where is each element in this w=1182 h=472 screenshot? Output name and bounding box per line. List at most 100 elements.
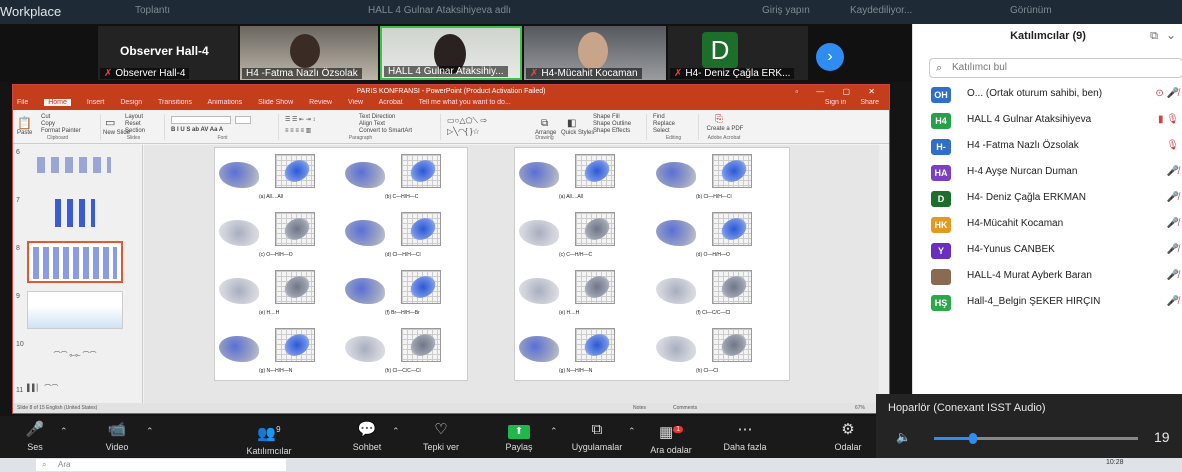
share-screen-button[interactable]: ⬆ Paylaş <box>484 420 554 456</box>
video-tile-gulnar[interactable]: HALL 4 Gulnar Ataksihiy... <box>380 26 522 80</box>
participant-row[interactable]: HŞ Hall-4_Belgin ŞEKER HIRÇIN 🎤̸ <box>931 293 1182 313</box>
new-slide-icon[interactable]: ▭ <box>105 116 115 129</box>
video-tile-mucahit[interactable]: ✗ H4-Mücahit Kocaman <box>524 26 666 80</box>
menu-design[interactable]: Design <box>120 99 142 106</box>
participant-row[interactable]: HA H-4 Ayşe Nurcan Duman 🎤̸ <box>931 163 1182 183</box>
speaker-volume-popup: Hoparlör (Conexant ISST Audio) 🔈 19 <box>876 394 1182 458</box>
breakout-rooms-button[interactable]: ▦ 1 Ara odalar <box>636 420 706 456</box>
align-text-button[interactable]: Align Text <box>359 121 385 127</box>
shape-effects-button[interactable]: Shape Effects <box>593 128 630 134</box>
participant-name: H4 -Fatma Nazlı Özsolak <box>967 140 1079 151</box>
volume-knob[interactable] <box>968 433 977 444</box>
slide-thumb-9[interactable] <box>27 291 123 329</box>
apps-caret-icon[interactable]: ⌃ <box>628 426 636 437</box>
menu-view[interactable]: View <box>348 99 363 106</box>
slide-thumb-10[interactable]: ⌒⌒ ⟜⟜ ⌒⌒ <box>27 337 123 375</box>
shape-outline-button[interactable]: Shape Outline <box>593 121 631 127</box>
participant-row[interactable]: HALL-4 Murat Ayberk Baran 🎤̸ <box>931 267 1182 287</box>
reset-button[interactable]: Reset <box>125 121 141 127</box>
find-button[interactable]: Find <box>653 114 665 120</box>
participant-status-icons: 🎤̸ <box>1166 244 1179 255</box>
zoom-level[interactable]: 67% <box>855 403 865 413</box>
font-size-select[interactable] <box>235 116 251 124</box>
control-label: Daha fazla <box>723 442 767 452</box>
cut-button[interactable]: Cut <box>41 114 50 120</box>
shape-fill-button[interactable]: Shape Fill <box>593 114 620 120</box>
video-caret-icon[interactable]: ⌃ <box>146 426 154 437</box>
slide-editing-canvas[interactable]: (a) All....All (b) C—H/H—C (c) O—H/H—O (d) … <box>144 145 880 403</box>
chat-caret-icon[interactable]: ⌃ <box>392 426 400 437</box>
participant-row[interactable]: H4 HALL 4 Gulnar Ataksihiyeva ▮ 🎙 <box>931 111 1182 131</box>
participants-button[interactable]: 👥9 Katılımcılar <box>234 420 304 456</box>
video-button[interactable]: 📹 Video <box>82 420 152 456</box>
menu-home[interactable]: Home <box>44 99 71 106</box>
shapes-gallery-icon[interactable]: ▭○△⬠⟍ ⇨ <box>447 116 487 126</box>
more-button[interactable]: ⋯ Daha fazla <box>710 420 780 456</box>
participant-status-icons: ▮ 🎙 <box>1158 114 1179 125</box>
bold-icon[interactable]: B I U S ab AV Aa A <box>171 127 223 133</box>
participant-search-input[interactable]: ⌕ Katılımcı bul <box>929 58 1182 78</box>
chevron-down-icon[interactable]: ⌄ <box>1166 28 1176 42</box>
rooms-button[interactable]: ⚙ Odalar <box>818 420 878 456</box>
reactions-button[interactable]: ♡ Tepki ver <box>406 420 476 456</box>
section-button[interactable]: Section <box>125 128 145 134</box>
participant-row[interactable]: H- H4 -Fatma Nazlı Özsolak 🎙 <box>931 137 1182 157</box>
speaker-icon[interactable]: 🔈 <box>896 430 911 444</box>
convert-smartart-button[interactable]: Convert to SmartArt <box>359 128 412 134</box>
notes-button[interactable]: Notes <box>633 403 646 413</box>
format-painter-button[interactable]: Format Painter <box>41 128 81 134</box>
apps-button[interactable]: ⧉ Uygulamalar <box>562 420 632 456</box>
hall-tab[interactable]: HALL 4 Gulnar Ataksihiyeva adlı <box>368 5 511 16</box>
text-direction-button[interactable]: Text Direction <box>359 114 395 120</box>
meeting-tab[interactable]: Toplantı <box>135 5 170 16</box>
comments-button[interactable]: Comments <box>673 403 697 413</box>
replace-button[interactable]: Replace <box>653 121 675 127</box>
participant-row[interactable]: D H4- Deniz Çağla ERKMAN 🎤̸ <box>931 189 1182 209</box>
view-button[interactable]: Görünüm <box>1010 5 1052 16</box>
video-tile-fatma[interactable]: H4 -Fatma Nazlı Özsolak <box>240 26 378 80</box>
quick-styles-icon[interactable]: ◧ <box>567 118 576 129</box>
menu-insert[interactable]: Insert <box>87 99 105 106</box>
audio-caret-icon[interactable]: ⌃ <box>60 426 68 437</box>
sign-in-link[interactable]: Sign in <box>825 99 846 106</box>
share-caret-icon[interactable]: ⌃ <box>550 426 558 437</box>
video-tile-observer[interactable]: Observer Hall-4 ✗ Observer Hall-4 <box>98 26 238 80</box>
participant-row[interactable]: OH O... (Ortak oturum sahibi, ben) ⊙ 🎤̸ <box>931 85 1182 105</box>
next-page-chevron-icon[interactable]: › <box>816 43 844 71</box>
video-strip: Observer Hall-4 ✗ Observer Hall-4 H4 -Fat… <box>0 24 912 82</box>
menu-transitions[interactable]: Transitions <box>158 99 192 106</box>
menu-review[interactable]: Review <box>309 99 332 106</box>
participant-row[interactable]: HK H4-Mücahit Kocaman 🎤̸ <box>931 215 1182 235</box>
video-tile-deniz[interactable]: D ✗ H4- Deniz Çağla ERK... <box>668 26 808 80</box>
control-label: Video <box>105 442 129 452</box>
tell-me-box[interactable]: Tell me what you want to do... <box>419 99 511 106</box>
paste-icon[interactable]: 📋 <box>17 116 32 130</box>
slide-thumb-7[interactable] <box>27 193 123 231</box>
align-icons[interactable]: ≡ ≡ ≡ ≡ ▥ <box>285 127 311 134</box>
menu-acrobat[interactable]: Acrobat <box>379 99 403 106</box>
menu-file[interactable]: File <box>17 99 28 106</box>
arrange-icon[interactable]: ⧉ <box>541 118 548 129</box>
copy-button[interactable]: Copy <box>41 121 55 127</box>
slide-thumb-6[interactable] <box>27 147 123 185</box>
group-label: Font <box>217 135 228 141</box>
popout-icon[interactable]: ⧉ <box>1150 30 1158 43</box>
menu-animations[interactable]: Animations <box>208 99 243 106</box>
participant-row[interactable]: Y H4-Yunus CANBEK 🎤̸ <box>931 241 1182 261</box>
font-name-select[interactable] <box>171 116 231 124</box>
figure-panel-right: (a) All....All (b) Cl—H/H—Cl (c) C—H/H—C (d… <box>514 147 790 381</box>
vertical-scrollbar[interactable] <box>879 145 889 403</box>
pdf-icon[interactable]: ⎘ <box>715 114 723 125</box>
meeting-control-bar: 🎤 Ses ⌃ 📹 Video ⌃ 👥9 Katılımcılar 💬 Sohbet ⌃… <box>0 416 876 458</box>
select-button[interactable]: Select <box>653 128 670 134</box>
volume-slider[interactable] <box>934 433 1138 444</box>
person-avatar <box>290 34 320 68</box>
taskbar-search-input[interactable]: ⌕ Ara <box>36 459 286 471</box>
sign-in-link[interactable]: Giriş yapın <box>762 5 810 16</box>
share-link[interactable]: Share <box>860 99 879 106</box>
create-pdf-button[interactable]: Create a PDF <box>705 126 745 132</box>
list-icons[interactable]: ☰ ☰ ⇤ ⇥ ↕ <box>285 116 315 123</box>
slide-thumb-8-selected[interactable] <box>27 241 123 283</box>
layout-button[interactable]: Layout <box>125 114 143 120</box>
menu-slide-show[interactable]: Slide Show <box>258 99 293 106</box>
